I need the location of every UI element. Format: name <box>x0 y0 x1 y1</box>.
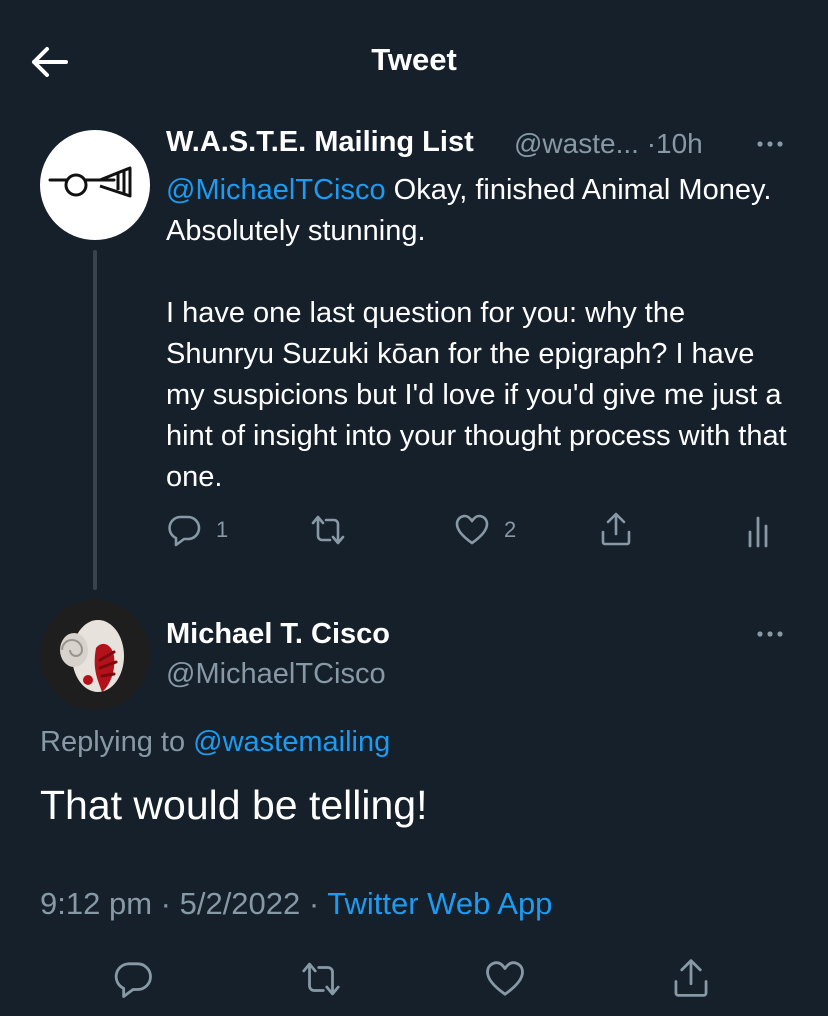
more-button[interactable] <box>752 128 788 158</box>
tweet-timestamp: 9:12 pm · 5/2/2022 · Twitter Web App <box>40 886 552 922</box>
analytics-button[interactable] <box>744 512 772 548</box>
handle[interactable]: @MichaelTCisco <box>166 658 386 691</box>
display-name[interactable]: W.A.S.T.E. Mailing List <box>166 126 474 159</box>
separator: · <box>646 128 657 159</box>
like-button[interactable]: 2 <box>454 512 516 548</box>
source-link[interactable]: Twitter Web App <box>327 886 552 921</box>
share-button[interactable] <box>670 956 712 1005</box>
retweet-icon <box>302 962 340 996</box>
profile-photo <box>40 600 150 710</box>
tweet-text: @MichaelTCisco Okay, finished Animal Mon… <box>166 170 796 498</box>
more-button[interactable] <box>752 618 788 648</box>
replying-to-link[interactable]: @wastemailing <box>193 726 390 758</box>
replying-label: Replying to <box>40 726 186 758</box>
retweet-button[interactable] <box>298 958 344 1005</box>
reply-button[interactable] <box>112 958 154 1005</box>
more-horizontal-icon <box>757 141 783 147</box>
reply-icon <box>114 962 152 998</box>
share-icon <box>601 512 631 546</box>
tweet-text: That would be telling! <box>40 782 428 828</box>
reply-button[interactable]: 1 <box>166 512 228 548</box>
analytics-icon <box>748 516 768 548</box>
handle[interactable]: @waste... <box>514 128 639 159</box>
date[interactable]: 5/2/2022 <box>180 886 301 921</box>
retweet-icon <box>311 515 345 545</box>
share-button[interactable] <box>598 510 634 548</box>
tweet-meta: @waste... ·10h <box>514 128 703 160</box>
share-icon <box>674 959 708 997</box>
avatar[interactable] <box>40 600 150 710</box>
mention-link[interactable]: @MichaelTCisco <box>166 174 386 206</box>
tweet-text-second: I have one last question for you: why th… <box>166 297 787 493</box>
thread-line <box>93 250 97 590</box>
timestamp[interactable]: 10h <box>656 128 703 159</box>
replying-to: Replying to @wastemailing <box>40 726 390 759</box>
reply-icon <box>168 515 201 547</box>
page-title: Tweet <box>371 42 457 77</box>
separator: · <box>160 886 171 921</box>
more-horizontal-icon <box>757 631 783 637</box>
time[interactable]: 9:12 pm <box>40 886 152 921</box>
separator: · <box>308 886 320 921</box>
reply-count: 1 <box>216 517 229 542</box>
like-button[interactable] <box>484 958 526 1005</box>
waste-horn-logo <box>48 166 132 198</box>
display-name[interactable]: Michael T. Cisco <box>166 618 390 651</box>
avatar[interactable] <box>40 130 150 240</box>
like-count: 2 <box>504 517 517 542</box>
retweet-button[interactable] <box>308 512 348 548</box>
heart-icon <box>486 961 524 996</box>
heart-icon <box>455 514 489 545</box>
